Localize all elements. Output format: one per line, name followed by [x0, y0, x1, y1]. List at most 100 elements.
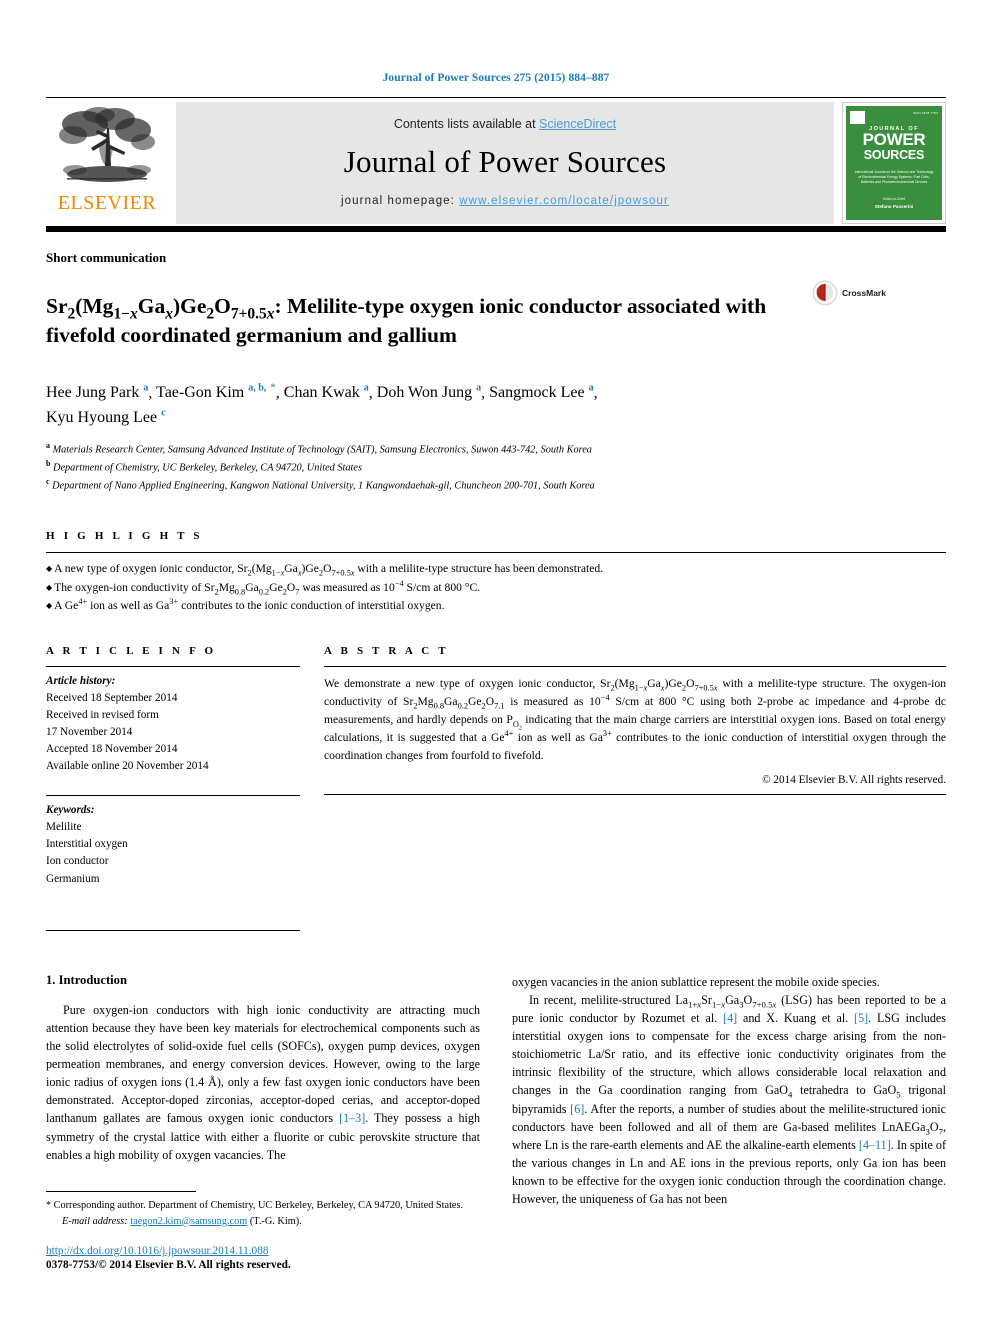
bullet-icon: ◆ [46, 601, 53, 611]
affiliation-list: a Materials Research Center, Samsung Adv… [46, 440, 946, 494]
affiliation-mark: c [46, 477, 50, 487]
body-column-left: 1. Introduction Pure oxygen-ion conducto… [46, 973, 480, 1209]
crossmark-label: CrossMark [842, 288, 886, 298]
affiliation-text: Department of Nano Applied Engineering, … [52, 480, 595, 492]
author-list: Hee Jung Park a, Tae-Gon Kim a, b, *, Ch… [46, 381, 598, 427]
history-item: Received 18 September 2014 [46, 692, 178, 705]
author-item: Chan Kwak a [283, 382, 369, 402]
section-heading-introduction: 1. Introduction [46, 972, 127, 987]
affiliation-item: c Department of Nano Applied Engineering… [46, 476, 946, 494]
page-footnote: * Corresponding author. Department of Ch… [46, 1191, 484, 1271]
contents-banner: Contents lists available at ScienceDirec… [176, 102, 834, 224]
author-item: Sangmock Lee a [489, 382, 594, 402]
article-type-label: Short communication [46, 250, 167, 265]
abstract-text: We demonstrate a new type of oxygen ioni… [324, 677, 947, 763]
elsevier-tree-icon [59, 107, 155, 182]
crossmark-badge[interactable]: CrossMark [806, 280, 892, 306]
page-title: Sr2(Mg1−xGax)Ge2O7+0.5x: Melilite-type o… [46, 292, 806, 349]
keyword-item[interactable]: Melilite [46, 821, 81, 833]
highlights-rule [46, 552, 946, 554]
affiliation-item: b Department of Chemistry, UC Berkeley, … [46, 458, 946, 476]
journal-cover-thumbnail[interactable]: ISSN 0378-7753 JOURNAL OF POWER SOURCES … [842, 102, 946, 224]
bullet-icon: ◆ [46, 564, 53, 574]
cover-footer: Editor-in-Chief Stefano Passerini [875, 197, 914, 211]
cover-editor-label: Editor-in-Chief [883, 197, 905, 202]
abstract-rule [324, 666, 946, 668]
elsevier-wordmark: ELSEVIER [57, 192, 157, 214]
keywords-label: Keywords: [46, 804, 95, 817]
corresponding-author-mark: * [270, 381, 276, 394]
cover-word-sources: SOURCES [863, 148, 925, 163]
article-page: Journal of Power Sources 275 (2015) 884–… [0, 0, 992, 1323]
abstract-copyright: © 2014 Elsevier B.V. All rights reserved… [762, 774, 946, 787]
author-affil-mark: a, b, [248, 382, 267, 394]
article-history-block: Article history: Received 18 September 2… [46, 673, 300, 775]
issn-copyright-line: 0378-7753/© 2014 Elsevier B.V. All right… [46, 1259, 291, 1271]
title-row: Sr2(Mg1−xGax)Ge2O7+0.5x: Melilite-type o… [46, 278, 946, 364]
body-paragraph: In recent, melilite-structured La1+xSr1−… [512, 992, 947, 1207]
article-info-section: A R T I C L E I N F O Article history: R… [46, 645, 324, 931]
author-item[interactable]: Tae-Gon Kim a, b, * [156, 381, 276, 401]
keyword-item[interactable]: Germanium [46, 873, 99, 885]
author-affil-mark: c [161, 408, 166, 420]
elsevier-logo[interactable]: ELSEVIER [46, 102, 168, 224]
author-item: Hee Jung Park a [46, 382, 149, 402]
author-item: Kyu Hyoung Lee c [46, 408, 166, 427]
journal-homepage-link[interactable]: www.elsevier.com/locate/jpowsour [459, 195, 669, 207]
body-paragraph: Pure oxygen-ion conductors with high ion… [46, 1002, 480, 1162]
journal-homepage-line: journal homepage: www.elsevier.com/locat… [341, 195, 669, 207]
keywords-rule-top [46, 795, 300, 797]
body-paragraph: oxygen vacancies in the anion sublattice… [512, 974, 880, 989]
keyword-item[interactable]: Interstitial oxygen [46, 838, 128, 850]
keyword-item[interactable]: Ion conductor [46, 855, 108, 867]
cover-subtitle: International Journal on the Science and… [854, 169, 934, 184]
highlights-section: H I G H L I G H T S ◆ A new type of oxyge… [46, 530, 946, 615]
highlight-item: ◆ The oxygen-ion conductivity of Sr2Mg0.8… [46, 578, 481, 597]
homepage-prefix: journal homepage: [341, 195, 460, 207]
affiliation-text: Department of Chemistry, UC Berkeley, Be… [53, 462, 362, 474]
article-history-label: Article history: [46, 675, 116, 688]
doi-block: http://dx.doi.org/10.1016/j.jpowsour.201… [46, 1245, 484, 1271]
email-owner: (T.-G. Kim). [249, 1215, 302, 1227]
journal-cover-art: ISSN 0378-7753 JOURNAL OF POWER SOURCES … [846, 106, 942, 220]
sciencedirect-link[interactable]: ScienceDirect [539, 117, 616, 131]
masthead-bottom-rule [46, 226, 946, 232]
history-item: Received in revised form [46, 709, 159, 722]
highlights-label: H I G H L I G H T S [46, 530, 203, 543]
affiliation-mark: a [46, 441, 50, 451]
footnote-rule [46, 1191, 196, 1193]
history-item: Accepted 18 November 2014 [46, 743, 178, 756]
abstract-rule-bottom [324, 794, 946, 796]
masthead-top-rule [46, 97, 946, 98]
author-item: Doh Won Jung a [376, 382, 482, 402]
cover-word-power: POWER [862, 130, 926, 149]
doi-link[interactable]: http://dx.doi.org/10.1016/j.jpowsour.201… [46, 1245, 484, 1257]
journal-title: Journal of Power Sources [343, 144, 667, 179]
author-affil-mark: a [363, 382, 369, 394]
contents-prefix: Contents lists available at [393, 117, 540, 131]
crossmark-book-icon [812, 280, 838, 306]
cover-issn-text: ISSN 0378-7753 [913, 111, 938, 115]
article-info-label: A R T I C L E I N F O [46, 645, 217, 658]
affiliation-mark: b [46, 459, 51, 469]
history-item: 17 November 2014 [46, 726, 133, 739]
cover-elsevier-mark-icon [850, 111, 865, 124]
author-affil-mark: a [476, 382, 482, 394]
body-columns: 1. Introduction Pure oxygen-ion conducto… [46, 973, 946, 1209]
bullet-icon: ◆ [46, 582, 53, 592]
cover-topbar: ISSN 0378-7753 [850, 111, 938, 124]
crossmark-badge-inner: CrossMark [812, 280, 886, 306]
author-affil-mark: a [143, 382, 149, 394]
body-column-right: oxygen vacancies in the anion sublattice… [512, 973, 946, 1209]
contents-available-line: Contents lists available at ScienceDirec… [394, 117, 616, 131]
journal-masthead: ELSEVIER Contents lists available at Sci… [46, 102, 946, 224]
email-label: E-mail address: [62, 1215, 128, 1227]
email-note: E-mail address: taegon2.kim@samsung.com … [46, 1214, 484, 1229]
affiliation-item: a Materials Research Center, Samsung Adv… [46, 440, 946, 458]
author-affil-mark: a [588, 382, 594, 394]
email-link[interactable]: taegon2.kim@samsung.com [130, 1216, 247, 1227]
keywords-rule-bottom [46, 929, 300, 931]
running-head: Journal of Power Sources 275 (2015) 884–… [382, 72, 610, 84]
corresponding-author-note: * Corresponding author. Department of Ch… [46, 1200, 464, 1212]
cover-editor-name: Stefano Passerini [874, 204, 914, 210]
